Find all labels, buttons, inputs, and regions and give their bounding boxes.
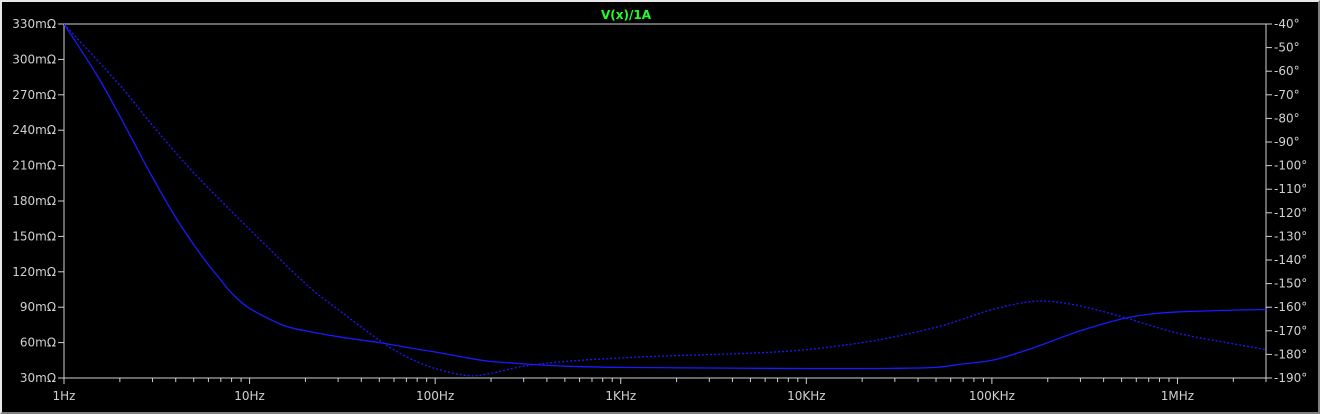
- chart-title: V(x)/1A: [601, 8, 652, 22]
- y-left-tick-label: 150mΩ: [12, 229, 56, 243]
- y-right-tick-label: -100°: [1274, 159, 1307, 173]
- y-right-tick-label: -110°: [1274, 182, 1307, 196]
- plot-window: V(x)/1A 1Hz 10Hz 100Hz 1KHz 10KHz 100KHz 1MHz 3…: [0, 0, 1320, 414]
- y-left-tick-label: 120mΩ: [12, 265, 56, 279]
- y-left-tick-label: 210mΩ: [12, 159, 56, 173]
- y-left-tick-label: 330mΩ: [12, 17, 56, 31]
- y-left-tick-label: 180mΩ: [12, 194, 56, 208]
- y-right-tick-label: -40°: [1274, 17, 1300, 31]
- phase-trace: [64, 24, 1266, 377]
- x-tick-label: 10KHz: [787, 389, 825, 403]
- y-left-tick-label: 300mΩ: [12, 52, 56, 66]
- y-left-tick-label: 60mΩ: [20, 336, 56, 350]
- y-right-tick-label: -130°: [1274, 229, 1307, 243]
- y-right-tick-label: -160°: [1274, 300, 1307, 314]
- x-tick-label: 1MHz: [1161, 389, 1194, 403]
- x-tick-label: 1Hz: [53, 389, 76, 403]
- magnitude-trace: [64, 24, 1266, 370]
- y-right-tick-label: -190°: [1274, 371, 1307, 385]
- y-left-tick-label: 270mΩ: [12, 88, 56, 102]
- y-right-tick-label: -80°: [1274, 111, 1300, 125]
- y-left-tick-label: 30mΩ: [20, 371, 56, 385]
- y-right-tick-label: -70°: [1274, 88, 1300, 102]
- bode-chart: V(x)/1A 1Hz 10Hz 100Hz 1KHz 10KHz 100KHz 1MHz 3…: [12, 8, 1307, 403]
- y-right-tick-label: -90°: [1274, 135, 1300, 149]
- y-right-tick-label: -120°: [1274, 206, 1307, 220]
- plot-border: [63, 23, 1267, 379]
- x-tick-label: 10Hz: [234, 389, 265, 403]
- y-left-tick-label: 240mΩ: [12, 123, 56, 137]
- y-right-tick-label: -50°: [1274, 41, 1300, 55]
- x-tick-label: 100Hz: [416, 389, 454, 403]
- y-right-tick-label: -60°: [1274, 64, 1300, 78]
- x-tick-label: 1KHz: [605, 389, 636, 403]
- y-right-tick-label: -140°: [1274, 253, 1307, 267]
- y-right-tick-label: -150°: [1274, 277, 1307, 291]
- y-left-tick-label: 90mΩ: [20, 300, 56, 314]
- y-right-tick-label: -170°: [1274, 324, 1307, 338]
- y-right-tick-label: -180°: [1274, 347, 1307, 361]
- x-tick-label: 100KHz: [969, 389, 1015, 403]
